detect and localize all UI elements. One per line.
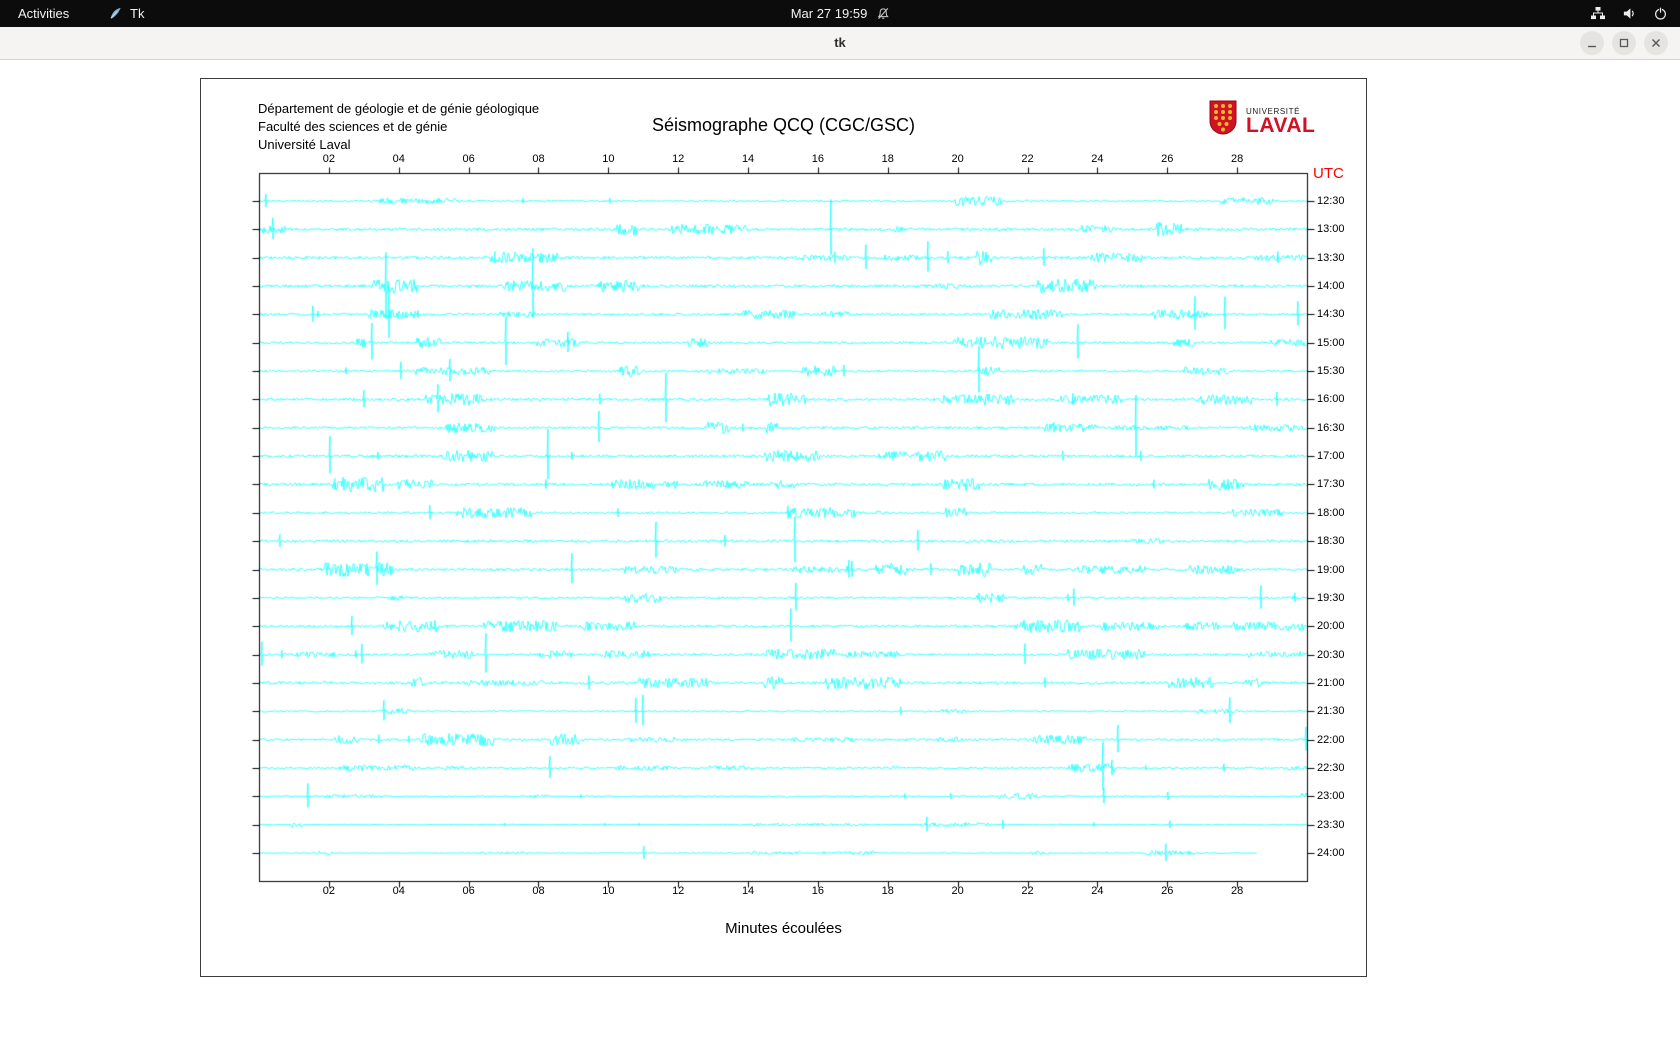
tk-feather-icon: [108, 6, 123, 21]
seismograph-panel: Département de géologie et de génie géol…: [200, 78, 1367, 977]
time-label: 19:00: [1317, 563, 1345, 576]
laval-shield-icon: [1207, 99, 1239, 142]
time-label: 14:00: [1317, 280, 1345, 293]
x-tick-label-top: 24: [1091, 153, 1104, 165]
time-label: 22:00: [1317, 733, 1345, 746]
time-label: 21:00: [1317, 676, 1345, 689]
x-tick-label-top: 20: [951, 153, 964, 165]
time-label: 18:30: [1317, 535, 1345, 548]
window-header-bar: tk: [0, 27, 1680, 60]
time-label: 22:30: [1317, 761, 1345, 774]
utc-label: UTC: [1313, 165, 1344, 182]
clock-button[interactable]: Mar 27 19:59: [791, 0, 890, 27]
time-label: 23:00: [1317, 790, 1345, 803]
x-tick-label-bottom: 16: [811, 885, 825, 897]
activities-button[interactable]: Activities: [12, 0, 75, 27]
notifications-disabled-icon: [876, 7, 889, 20]
x-axis-label: Minutes écoulées: [725, 920, 842, 937]
time-label: 19:30: [1317, 591, 1345, 604]
x-tick-label-bottom: 08: [532, 885, 545, 897]
x-tick-label-bottom: 18: [881, 885, 894, 897]
maximize-button[interactable]: [1612, 31, 1636, 55]
x-tick-label-top: 02: [322, 153, 335, 165]
time-label: 20:00: [1317, 620, 1345, 633]
power-icon[interactable]: [1653, 6, 1668, 21]
seismogram-canvas: [249, 163, 1317, 891]
x-tick-label-bottom: 14: [741, 885, 755, 897]
time-label: 18:00: [1317, 506, 1345, 519]
time-label: 24:00: [1317, 847, 1345, 859]
x-tick-label-top: 12: [672, 153, 685, 165]
network-icon[interactable]: [1590, 6, 1606, 21]
header-line-3: Université Laval: [258, 137, 351, 152]
x-tick-label-top: 14: [741, 153, 755, 165]
time-label: 23:30: [1317, 818, 1345, 831]
x-tick-label-bottom: 22: [1021, 885, 1034, 897]
laval-logo: UNIVERSITÉ LAVAL: [1207, 99, 1315, 142]
x-tick-label-top: 06: [462, 153, 475, 165]
x-tick-label-bottom: 12: [672, 885, 685, 897]
time-label: 16:00: [1317, 393, 1345, 406]
time-label: 14:30: [1317, 308, 1345, 321]
gnome-top-bar: Activities Tk Mar 27 19:59: [0, 0, 1680, 27]
time-label: 15:30: [1317, 365, 1345, 378]
time-label: 21:30: [1317, 705, 1345, 718]
logo-laval-text: LAVAL: [1246, 113, 1316, 137]
time-label: 20:30: [1317, 648, 1345, 661]
close-button[interactable]: [1644, 31, 1668, 55]
chart-title: Séismographe QCQ (CGC/GSC): [651, 115, 916, 135]
volume-icon[interactable]: [1622, 6, 1637, 21]
x-tick-label-top: 22: [1021, 153, 1034, 165]
x-tick-label-bottom: 20: [951, 885, 964, 897]
x-tick-label-bottom: 28: [1231, 885, 1244, 897]
x-tick-label-top: 04: [392, 153, 405, 165]
window-title: tk: [834, 35, 846, 50]
time-label: 15:00: [1317, 336, 1345, 349]
app-menu-button[interactable]: Tk: [108, 0, 144, 27]
x-tick-label-top: 08: [532, 153, 545, 165]
x-tick-label-bottom: 10: [602, 885, 615, 897]
x-tick-label-bottom: 24: [1091, 885, 1104, 897]
app-menu-label: Tk: [130, 6, 145, 21]
x-tick-label-top: 16: [811, 153, 825, 165]
time-label: 13:30: [1317, 251, 1345, 264]
time-label: 17:30: [1317, 478, 1345, 491]
clock-text: Mar 27 19:59: [790, 6, 868, 21]
minimize-button[interactable]: [1580, 31, 1604, 55]
time-label: 16:30: [1317, 421, 1345, 434]
time-label: 17:00: [1317, 450, 1345, 463]
time-label: 13:00: [1317, 223, 1345, 236]
x-tick-label-bottom: 06: [462, 885, 475, 897]
x-tick-label-top: 28: [1231, 153, 1244, 165]
x-tick-label-top: 18: [881, 153, 894, 165]
x-tick-label-bottom: 04: [392, 885, 405, 897]
x-tick-label-bottom: 02: [322, 885, 335, 897]
x-tick-label-top: 26: [1161, 153, 1174, 165]
window-controls: [1580, 31, 1668, 55]
time-label: 12:30: [1317, 195, 1345, 207]
x-tick-label-top: 10: [602, 153, 615, 165]
x-tick-label-bottom: 26: [1161, 885, 1174, 897]
system-status-area[interactable]: [1590, 0, 1668, 27]
